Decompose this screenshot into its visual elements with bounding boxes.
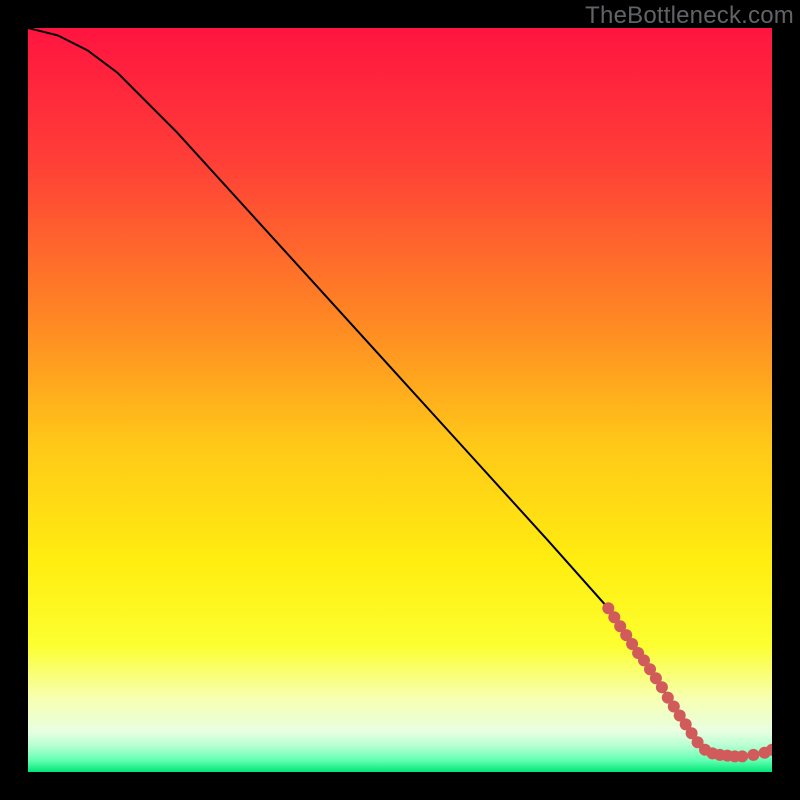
plot-area: [28, 28, 772, 772]
highlight-point: [736, 750, 748, 762]
highlight-point: [747, 749, 759, 761]
gradient-background: [28, 28, 772, 772]
chart-frame: TheBottleneck.com: [0, 0, 800, 800]
watermark-text: TheBottleneck.com: [585, 2, 794, 30]
highlight-point: [656, 681, 668, 693]
chart-svg: [28, 28, 772, 772]
